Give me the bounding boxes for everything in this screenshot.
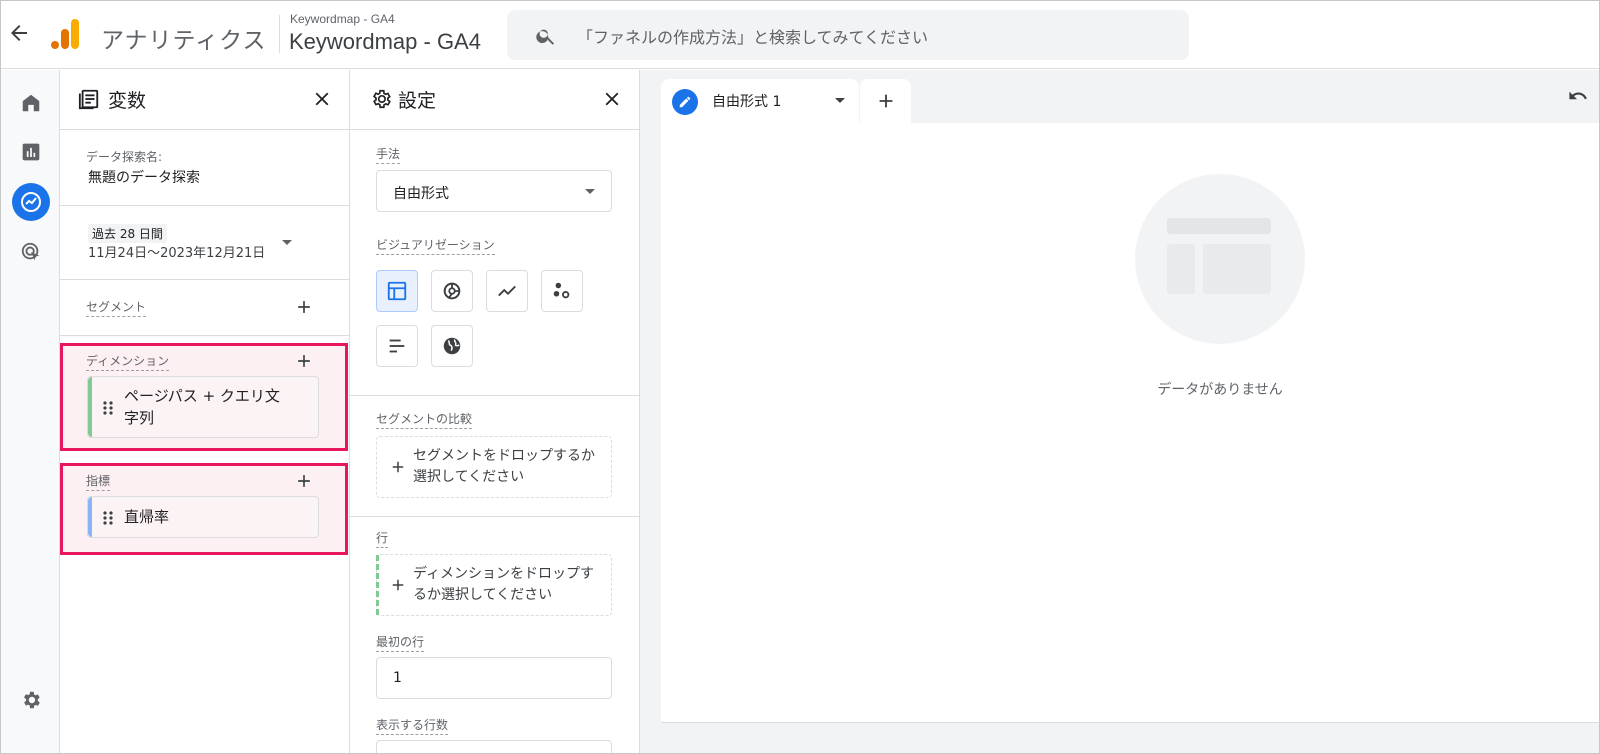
exploration-name-label: データ探索名:: [86, 150, 163, 164]
settings-title: 設定: [398, 90, 437, 112]
settings-panel: 設定 手法 自由形式 ビジュアリゼーション セグメントの比較 セグメントをドロッ…: [350, 70, 640, 753]
nav-reports[interactable]: [15, 136, 47, 168]
viz-scatter-button[interactable]: [541, 270, 583, 312]
empty-state-text: データがありません: [1157, 382, 1283, 398]
first-row-value: 1: [393, 670, 402, 686]
tab-freeform-1[interactable]: 自由形式 1: [661, 79, 859, 123]
top-bar: アナリティクス Keywordmap - GA4 Keywordmap - GA…: [1, 1, 1599, 69]
account-breadcrumb[interactable]: Keywordmap - GA4: [290, 12, 395, 26]
nav-admin[interactable]: [15, 684, 47, 716]
tab-label: 自由形式 1: [712, 94, 782, 110]
divider: [350, 395, 639, 396]
pencil-icon: [672, 89, 698, 115]
viz-donut-button[interactable]: [431, 270, 473, 312]
date-preset-badge: 過去 28 日間: [88, 224, 167, 243]
exploration-canvas: データがありません: [661, 123, 1599, 723]
chevron-down-icon[interactable]: [835, 98, 845, 103]
nav-explore[interactable]: [12, 183, 50, 221]
settings-header: 設定: [350, 70, 639, 130]
dimension-chip-label: ページパス + クエリ文字列: [124, 387, 280, 427]
analytics-logo: [51, 19, 79, 49]
donut-chart-icon: [443, 282, 461, 300]
rows-drop-text: ディメンションをドロップするか選択してください: [413, 566, 595, 603]
variables-header: 変数: [60, 70, 349, 130]
metric-chip-label: 直帰率: [124, 508, 170, 526]
metrics-label: 指標: [86, 472, 111, 491]
date-range-selector[interactable]: 過去 28 日間 11月24日～2023年12月21日: [60, 206, 349, 280]
rows-label: 行: [376, 529, 389, 548]
property-selector[interactable]: Keywordmap - GA4: [289, 29, 481, 55]
variables-icon: [78, 89, 99, 110]
nav-home[interactable]: [15, 87, 47, 119]
viz-bar-button[interactable]: [376, 325, 418, 367]
explore-icon: [21, 192, 41, 212]
search-input[interactable]: 「ファネルの作成方法」と検索してみてください: [507, 10, 1189, 60]
technique-value: 自由形式: [393, 186, 449, 202]
home-icon: [22, 94, 40, 112]
date-range-text: 11月24日～2023年12月21日: [88, 246, 266, 261]
chevron-down-icon: [585, 189, 595, 194]
drag-handle-icon[interactable]: [102, 510, 114, 526]
plus-icon: [392, 579, 404, 591]
segments-label: セグメント: [86, 298, 147, 317]
add-metric-button[interactable]: [294, 471, 314, 491]
dimensions-label: ディメンション: [86, 352, 170, 371]
search-icon: [536, 29, 555, 45]
dimension-chip[interactable]: ページパス + クエリ文字列: [87, 376, 319, 438]
add-segment-button[interactable]: [294, 297, 314, 317]
segments-section: セグメント: [60, 280, 349, 336]
plus-icon: [392, 461, 404, 473]
rows-to-show-input[interactable]: [376, 740, 612, 753]
advertising-icon: [21, 242, 40, 261]
globe-icon: [443, 337, 461, 355]
variables-title: 変数: [108, 90, 147, 112]
dimension-color-bar: [376, 555, 379, 615]
metrics-section: 指標 直帰率: [60, 463, 348, 555]
chevron-down-icon: [282, 240, 292, 245]
table-icon: [387, 281, 407, 301]
undo-icon[interactable]: [1566, 84, 1590, 108]
segment-drop-text: セグメントをドロップするか選択してください: [413, 448, 595, 485]
left-nav-rail: [1, 70, 60, 753]
exploration-name-field[interactable]: 無題のデータ探索: [88, 167, 200, 187]
drag-handle-icon[interactable]: [102, 400, 114, 416]
close-icon[interactable]: [311, 88, 333, 110]
technique-select[interactable]: 自由形式: [376, 170, 612, 212]
divider: [350, 516, 639, 517]
plus-icon: [879, 94, 892, 108]
rows-to-show-label: 表示する行数: [376, 716, 449, 735]
scatter-plot-icon: [553, 282, 570, 299]
nav-advertising[interactable]: [15, 236, 47, 268]
first-row-label: 最初の行: [376, 633, 425, 652]
gear-icon: [24, 691, 40, 709]
dimension-color-bar: [88, 377, 92, 437]
metric-chip[interactable]: 直帰率: [87, 496, 319, 538]
add-dimension-button[interactable]: [294, 351, 314, 371]
empty-state-illustration: [1135, 174, 1305, 344]
first-row-input[interactable]: 1: [376, 657, 612, 699]
add-tab-button[interactable]: [859, 79, 911, 123]
reports-icon: [22, 143, 40, 161]
technique-label: 手法: [376, 145, 401, 164]
line-chart-icon: [498, 285, 516, 297]
viz-geo-button[interactable]: [431, 325, 473, 367]
title-divider: [279, 15, 280, 53]
search-placeholder: 「ファネルの作成方法」と検索してみてください: [577, 28, 929, 47]
metric-color-bar: [88, 497, 92, 537]
bar-chart-icon: [389, 339, 405, 353]
exploration-name-section: データ探索名: 無題のデータ探索: [60, 130, 349, 206]
visualization-label: ビジュアリゼーション: [376, 236, 495, 255]
viz-line-button[interactable]: [486, 270, 528, 312]
close-icon[interactable]: [601, 88, 623, 110]
rows-drop-zone[interactable]: ディメンションをドロップするか選択してください: [376, 554, 612, 616]
back-arrow-icon[interactable]: [7, 21, 31, 45]
viz-table-button[interactable]: [376, 270, 418, 312]
dimensions-section: ディメンション ページパス + クエリ文字列: [60, 343, 348, 451]
segment-compare-label: セグメントの比較: [376, 410, 473, 429]
app-title: アナリティクス: [101, 28, 267, 54]
segment-drop-zone[interactable]: セグメントをドロップするか選択してください: [376, 436, 612, 498]
gear-icon: [372, 89, 391, 109]
